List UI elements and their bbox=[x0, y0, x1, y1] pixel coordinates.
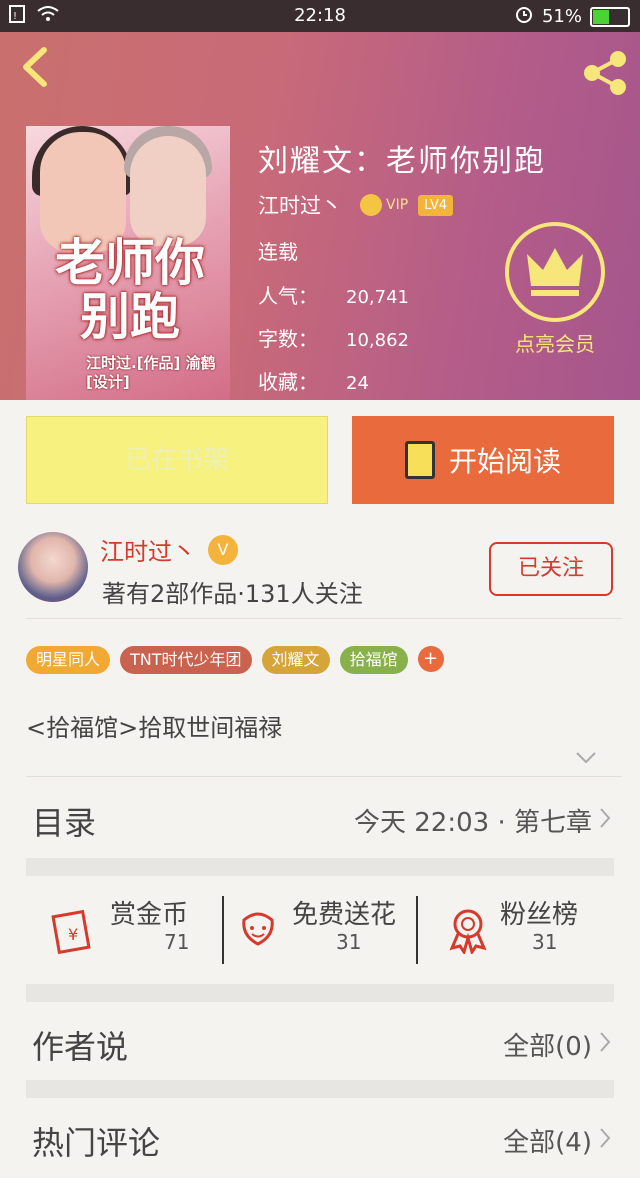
follow-button[interactable]: 已关注 bbox=[489, 542, 613, 596]
divider bbox=[26, 776, 622, 777]
word-count-row: 字数： 10,862 bbox=[258, 327, 409, 351]
start-reading-label: 开始阅读 bbox=[448, 445, 561, 478]
red-envelope-icon: ¥ bbox=[51, 909, 91, 954]
tag[interactable]: 明星同人 bbox=[26, 646, 111, 674]
hot-comments-count: 全部(4) bbox=[503, 1128, 592, 1158]
author-stats: 著有2部作品·131人关注 bbox=[102, 580, 363, 608]
battery-percent: 51% bbox=[541, 6, 582, 27]
hot-comments-label: 热门评论 bbox=[32, 1124, 161, 1162]
flower-icon bbox=[242, 912, 274, 946]
expand-intro-button[interactable] bbox=[574, 748, 598, 768]
section-separator bbox=[26, 858, 614, 876]
add-tag-button[interactable]: + bbox=[417, 646, 444, 672]
stat-name: 赏金币 bbox=[110, 900, 189, 930]
favorites-row: 收藏： 24 bbox=[258, 370, 369, 394]
status-bar: ! 22:18 51% bbox=[0, 0, 640, 32]
fan-ranking-button[interactable]: 粉丝榜 31 bbox=[444, 894, 610, 970]
book-intro: <拾福馆>拾取世间福禄 bbox=[26, 714, 283, 742]
book-header: 老师你别跑 江时过.[作品] 渝鹤[设计] 刘耀文：老师你别跑 江时过丶 VIP… bbox=[0, 32, 640, 400]
back-button[interactable] bbox=[18, 46, 54, 88]
stat-name: 粉丝榜 bbox=[500, 900, 579, 930]
tag-list: 明星同人 TNT时代少年团 刘耀文 拾福馆 + bbox=[26, 646, 444, 674]
book-cover[interactable]: 老师你别跑 江时过.[作品] 渝鹤[设计] bbox=[26, 126, 230, 400]
book-author[interactable]: 江时过丶 bbox=[258, 190, 342, 220]
section-separator bbox=[26, 984, 614, 1002]
author-says-row[interactable]: 作者说 全部(0) bbox=[26, 1002, 614, 1082]
popularity-row: 人气： 20,741 bbox=[258, 284, 409, 308]
author-name-row[interactable]: 江时过丶 V bbox=[100, 532, 238, 567]
chevron-right-icon bbox=[598, 1126, 612, 1150]
stat-name: 免费送花 bbox=[292, 900, 397, 930]
catalog-label: 目录 bbox=[32, 804, 97, 842]
share-icon bbox=[584, 51, 626, 95]
divider bbox=[416, 896, 418, 964]
tag[interactable]: 刘耀文 bbox=[261, 646, 330, 674]
tag[interactable]: 拾福馆 bbox=[339, 646, 408, 674]
chevron-down-icon bbox=[576, 752, 596, 764]
author-says-count: 全部(0) bbox=[503, 1032, 592, 1062]
stat-value: 31 bbox=[336, 930, 362, 954]
support-stats: ¥ 赏金币 71 免费送花 31 粉丝榜 31 bbox=[26, 880, 614, 980]
battery-icon bbox=[590, 6, 630, 27]
divider bbox=[222, 896, 224, 964]
send-flower-button[interactable]: 免费送花 31 bbox=[234, 894, 416, 970]
section-separator bbox=[26, 1080, 614, 1098]
member-label: 点亮会员 bbox=[515, 332, 595, 356]
stat-value: 31 bbox=[532, 930, 558, 954]
book-status: 连载 bbox=[258, 240, 298, 264]
chevron-right-icon bbox=[598, 1030, 612, 1054]
book-icon bbox=[404, 441, 435, 479]
stat-value: 71 bbox=[164, 930, 190, 954]
book-title: 刘耀文：老师你别跑 bbox=[258, 144, 546, 179]
back-arrow-icon bbox=[23, 47, 47, 87]
level-badge: LV4 bbox=[418, 194, 454, 216]
author-says-label: 作者说 bbox=[32, 1028, 129, 1066]
crown-icon bbox=[505, 222, 605, 322]
author-avatar[interactable] bbox=[18, 532, 88, 602]
author-row: 江时过丶 VIP LV4 bbox=[258, 190, 454, 220]
crown-icon bbox=[360, 194, 382, 216]
svg-text:¥: ¥ bbox=[68, 925, 78, 944]
hot-comments-row[interactable]: 热门评论 全部(4) bbox=[26, 1098, 614, 1178]
start-reading-button[interactable]: 开始阅读 bbox=[352, 416, 614, 504]
reward-coins-button[interactable]: ¥ 赏金币 71 bbox=[48, 894, 224, 970]
latest-chapter: 今天 22:03 · 第七章 bbox=[354, 808, 592, 838]
medal-icon bbox=[449, 909, 487, 954]
alarm-icon bbox=[514, 4, 534, 29]
share-button[interactable] bbox=[582, 50, 628, 96]
member-button[interactable]: 点亮会员 bbox=[500, 222, 610, 357]
cover-figure bbox=[130, 136, 206, 246]
divider bbox=[26, 618, 622, 619]
tag[interactable]: TNT时代少年团 bbox=[120, 646, 252, 674]
vip-badge: VIP bbox=[360, 194, 408, 216]
catalog-row[interactable]: 目录 今天 22:03 · 第七章 bbox=[26, 778, 614, 858]
cover-credits: 江时过.[作品] 渝鹤[设计] bbox=[86, 354, 216, 391]
chevron-right-icon bbox=[598, 806, 612, 830]
verified-badge-icon: V bbox=[208, 534, 238, 565]
cover-title: 老师你别跑 bbox=[55, 234, 205, 346]
author-name: 江时过丶 bbox=[100, 538, 196, 566]
in-shelf-button[interactable]: 已在书架 bbox=[26, 416, 328, 504]
